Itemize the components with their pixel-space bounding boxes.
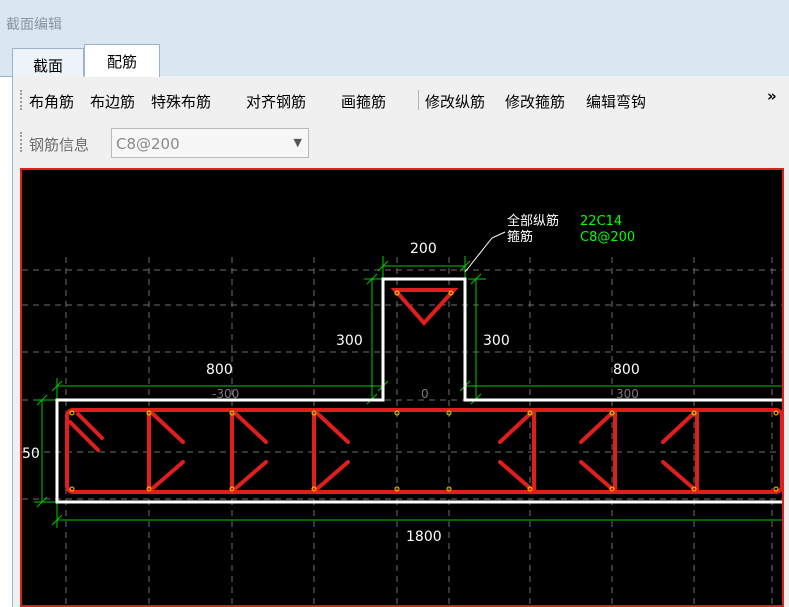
edit-longitudinal-button[interactable]: 修改纵筋 (425, 91, 485, 112)
rebar-toolbar: 布角筋 布边筋 特殊布筋 对齐钢筋 画箍筋 修改纵筋 修改箍筋 编辑弯钩 » (13, 84, 789, 116)
section-drawing-canvas[interactable]: 200 300 300 800 800 1800 50 -300 300 0 全… (20, 168, 784, 607)
place-side-rebar-button[interactable]: 布边筋 (90, 91, 135, 112)
dim-right-height: 300 (483, 333, 510, 349)
rebar-info-label: 钢筋信息 (29, 136, 90, 154)
align-rebar-button[interactable]: 对齐钢筋 (246, 91, 306, 112)
dim-right-flange: 800 (613, 362, 640, 378)
toolbar-grip[interactable] (20, 90, 24, 110)
legend-stirrup-value: C8@200 (580, 230, 635, 245)
draw-stirrup-button[interactable]: 画箍筋 (341, 91, 386, 112)
special-rebar-button[interactable]: 特殊布筋 (151, 91, 211, 112)
tab-strip: 截面 配筋 (0, 44, 789, 77)
legend-leader-line (464, 231, 506, 273)
place-corner-rebar-button[interactable]: 布角筋 (29, 91, 74, 112)
dimension-lines (34, 256, 782, 528)
edit-hook-button[interactable]: 编辑弯钩 (586, 91, 646, 112)
legend-longitudinal-value: 22C14 (580, 214, 622, 229)
tab-section[interactable]: 截面 (12, 48, 84, 76)
legend-longitudinal-label: 全部纵筋 (507, 213, 559, 229)
grid-label-left: -300 (212, 387, 239, 401)
rebar-info-select[interactable]: C8@200 ▼ (111, 128, 309, 158)
outer-stirrup[interactable] (65, 408, 782, 494)
section-drawing: 200 300 300 800 800 1800 50 -300 300 0 全… (22, 213, 782, 605)
rebar-legend: 全部纵筋 22C14 箍筋 C8@200 (507, 213, 635, 245)
tab-reinforcement[interactable]: 配筋 (84, 44, 160, 77)
grid-label-origin: 0 (421, 387, 429, 401)
legend-stirrup-label: 箍筋 (507, 229, 533, 245)
rebar-info-value: C8@200 (116, 135, 180, 153)
edit-stirrup-button[interactable]: 修改箍筋 (505, 91, 565, 112)
dim-left-height: 300 (336, 333, 363, 349)
toolbar-overflow-chevron-icon[interactable]: » (767, 87, 777, 105)
dim-flange-height: 50 (22, 446, 40, 462)
dim-top-width: 200 (410, 241, 437, 257)
chevron-down-icon[interactable]: ▼ (294, 136, 302, 149)
infobar-grip[interactable] (20, 132, 24, 152)
window-title: 截面编辑 (6, 17, 62, 33)
grid-label-right: 300 (616, 387, 639, 401)
rebar-info-bar: 钢筋信息 C8@200 ▼ (13, 122, 789, 162)
dim-total-width: 1800 (406, 529, 442, 545)
title-bar: 截面编辑 (0, 0, 789, 45)
dim-left-flange: 800 (206, 362, 233, 378)
toolbar-separator (418, 90, 419, 110)
grid-lines (22, 257, 782, 605)
